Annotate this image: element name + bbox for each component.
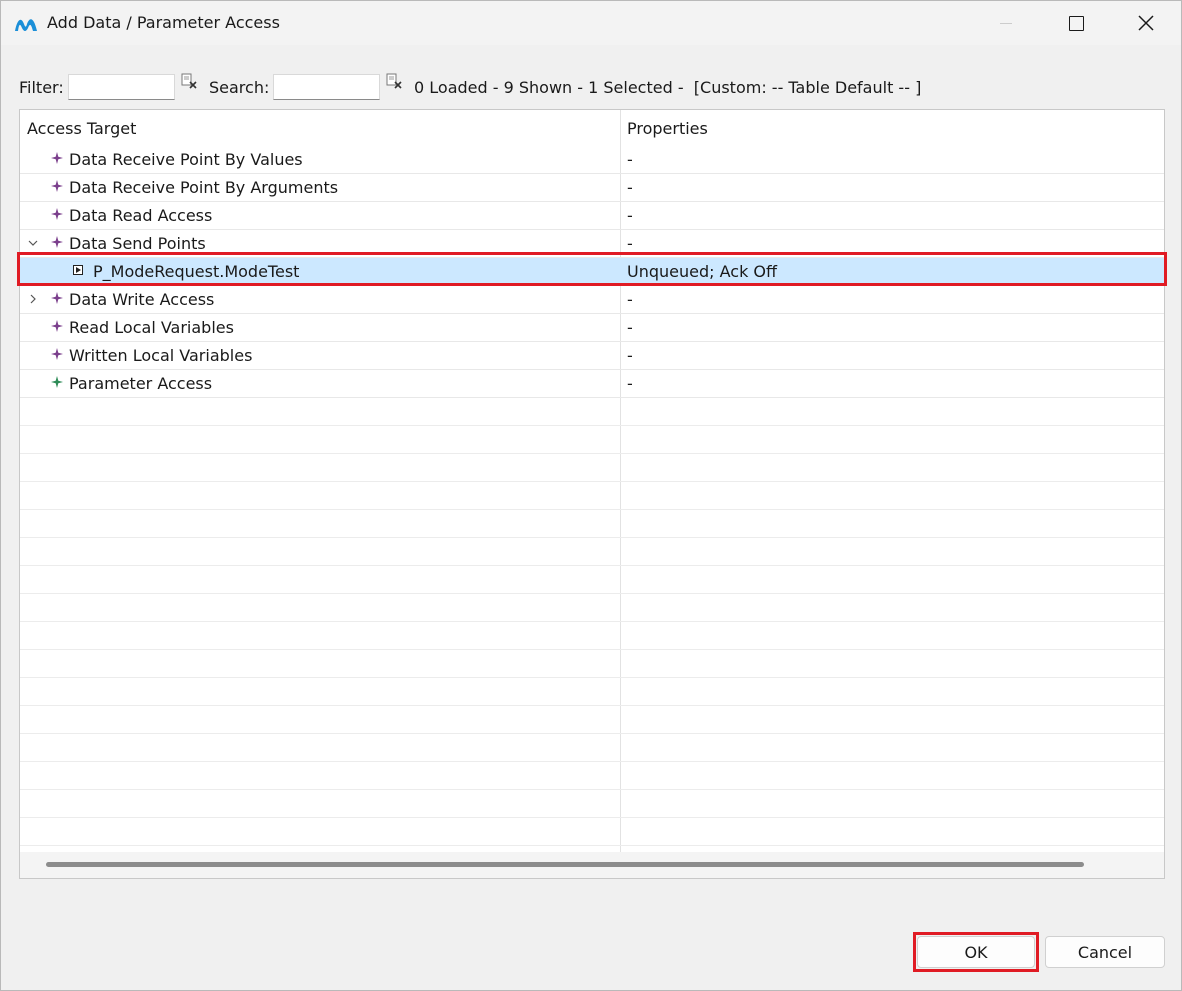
purple-star-icon <box>51 320 63 332</box>
empty-row <box>20 538 1164 566</box>
row-properties: - <box>627 290 633 309</box>
status-summary: 0 Loaded - 9 Shown - 1 Selected - [Custo… <box>414 78 922 97</box>
header-properties[interactable]: Properties <box>627 119 708 138</box>
title-bar[interactable]: Add Data / Parameter Access <box>1 1 1181 45</box>
empty-row <box>20 678 1164 706</box>
minimize-icon <box>1000 22 1012 24</box>
row-properties: - <box>627 318 633 337</box>
search-label: Search: <box>209 78 270 97</box>
purple-star-icon <box>51 348 63 360</box>
table-row[interactable]: Parameter Access - <box>20 370 1164 398</box>
empty-row <box>20 426 1164 454</box>
row-label: Data Receive Point By Arguments <box>69 178 339 197</box>
table-row[interactable]: Data Write Access - <box>20 286 1164 314</box>
filter-input[interactable] <box>68 74 175 100</box>
row-properties: - <box>627 346 633 365</box>
empty-row <box>20 734 1164 762</box>
port-icon <box>73 265 83 275</box>
row-label: Parameter Access <box>69 374 213 393</box>
clear-search-icon[interactable] <box>386 73 404 91</box>
minimize-button[interactable] <box>971 1 1041 45</box>
row-label: Data Write Access <box>69 290 215 309</box>
chevron-down-icon[interactable] <box>28 238 38 248</box>
table-row-selected[interactable]: P_ModeRequest.ModeTest Unqueued; Ack Off <box>20 258 1164 286</box>
purple-star-icon <box>51 180 63 192</box>
empty-row <box>20 818 1164 846</box>
filter-label: Filter: <box>19 78 64 97</box>
scrollbar-thumb[interactable] <box>46 862 1084 867</box>
close-button[interactable] <box>1111 1 1181 45</box>
empty-row <box>20 706 1164 734</box>
purple-star-icon <box>51 208 63 220</box>
row-properties: Unqueued; Ack Off <box>627 262 778 281</box>
close-icon <box>1138 15 1154 31</box>
row-properties: - <box>627 178 633 197</box>
row-properties: - <box>627 374 633 393</box>
window-title: Add Data / Parameter Access <box>47 13 280 32</box>
cancel-button[interactable]: Cancel <box>1045 936 1165 968</box>
row-label: P_ModeRequest.ModeTest <box>93 262 300 281</box>
empty-row <box>20 398 1164 426</box>
dialog-window: Add Data / Parameter Access Filter: Sear… <box>0 0 1182 991</box>
empty-row <box>20 510 1164 538</box>
maximize-button[interactable] <box>1041 1 1111 45</box>
row-properties: - <box>627 150 633 169</box>
clear-filter-icon[interactable] <box>181 73 199 91</box>
empty-row <box>20 482 1164 510</box>
chevron-right-icon[interactable] <box>28 294 38 304</box>
table-row[interactable]: Data Read Access - <box>20 202 1164 230</box>
empty-row <box>20 790 1164 818</box>
empty-row <box>20 566 1164 594</box>
app-logo-icon <box>15 19 37 31</box>
empty-row <box>20 622 1164 650</box>
green-star-icon <box>51 376 63 388</box>
empty-row <box>20 594 1164 622</box>
horizontal-scrollbar[interactable] <box>20 852 1164 878</box>
row-label: Read Local Variables <box>69 318 234 337</box>
access-table[interactable]: Access Target Properties Data Receive Po… <box>19 109 1165 879</box>
table-row[interactable]: Data Receive Point By Arguments - <box>20 174 1164 202</box>
empty-row <box>20 650 1164 678</box>
empty-row <box>20 454 1164 482</box>
purple-star-icon <box>51 236 63 248</box>
table-row[interactable]: Written Local Variables - <box>20 342 1164 370</box>
row-properties: - <box>627 234 633 253</box>
ok-button[interactable]: OK <box>917 936 1035 968</box>
purple-star-icon <box>51 292 63 304</box>
row-label: Data Send Points <box>69 234 206 253</box>
purple-star-icon <box>51 152 63 164</box>
row-properties: - <box>627 206 633 225</box>
search-input[interactable] <box>273 74 380 100</box>
maximize-icon <box>1068 15 1084 31</box>
table-row[interactable]: Data Receive Point By Values - <box>20 146 1164 174</box>
header-access-target[interactable]: Access Target <box>27 119 136 138</box>
table-row[interactable]: Read Local Variables - <box>20 314 1164 342</box>
row-label: Data Receive Point By Values <box>69 150 303 169</box>
empty-row <box>20 762 1164 790</box>
row-label: Written Local Variables <box>69 346 253 365</box>
filter-toolbar: Filter: Search: 0 Loaded - 9 Shown - 1 S… <box>1 71 1181 105</box>
table-row[interactable]: Data Send Points - <box>20 230 1164 258</box>
row-label: Data Read Access <box>69 206 213 225</box>
table-header: Access Target Properties <box>20 110 1164 146</box>
